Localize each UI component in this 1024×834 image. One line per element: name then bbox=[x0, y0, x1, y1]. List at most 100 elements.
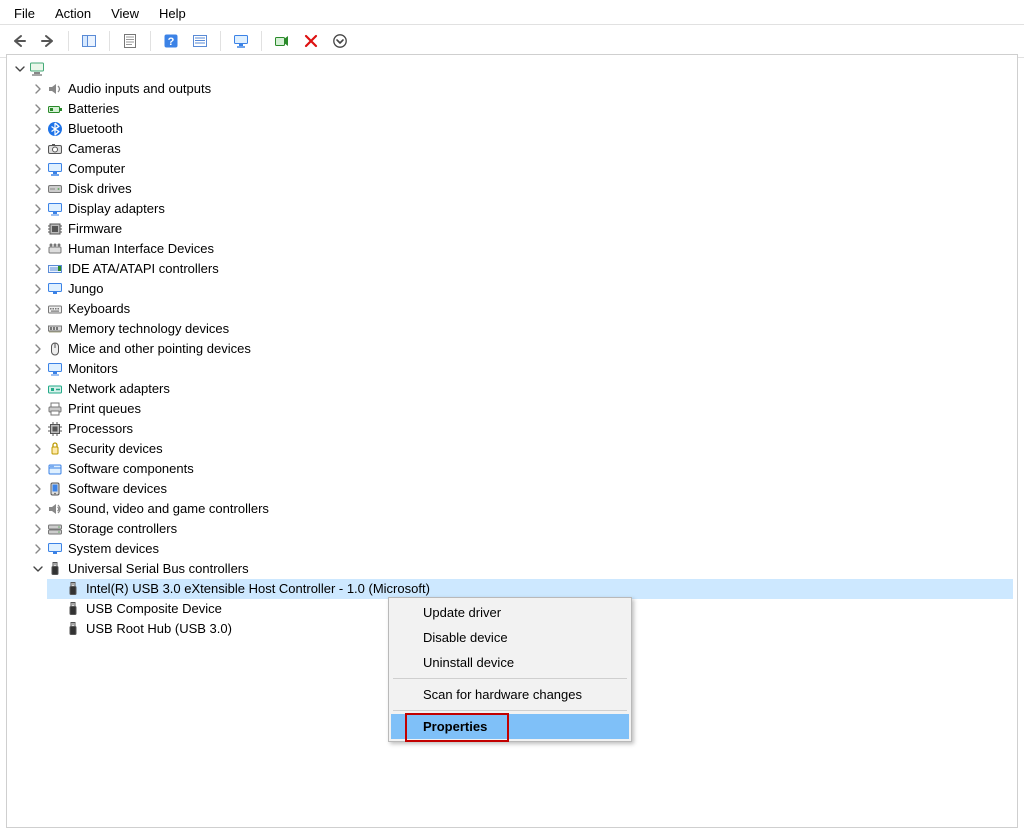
context-properties[interactable]: Properties bbox=[391, 714, 629, 739]
tree-item-label: Human Interface Devices bbox=[65, 239, 217, 259]
context-uninstall-device[interactable]: Uninstall device bbox=[391, 650, 629, 675]
chevron-right-icon[interactable] bbox=[31, 442, 45, 456]
tree-category[interactable]: Audio inputs and outputs bbox=[29, 79, 1013, 99]
usb-device-icon bbox=[65, 601, 81, 617]
chevron-right-icon[interactable] bbox=[31, 482, 45, 496]
audio-icon bbox=[47, 81, 63, 97]
menu-action[interactable]: Action bbox=[45, 4, 101, 23]
tree-category[interactable]: Memory technology devices bbox=[29, 319, 1013, 339]
chevron-right-icon[interactable] bbox=[31, 302, 45, 316]
tree-category[interactable]: Software devices bbox=[29, 479, 1013, 499]
software-dev-icon bbox=[47, 481, 63, 497]
chevron-right-icon[interactable] bbox=[31, 242, 45, 256]
forward-button[interactable] bbox=[35, 28, 61, 54]
tree-category[interactable]: Bluetooth bbox=[29, 119, 1013, 139]
chevron-right-icon[interactable] bbox=[31, 102, 45, 116]
tree-device[interactable]: Intel(R) USB 3.0 eXtensible Host Control… bbox=[47, 579, 1013, 599]
network-icon bbox=[47, 381, 63, 397]
tree-category[interactable]: Universal Serial Bus controllers bbox=[29, 559, 1013, 579]
chevron-right-icon[interactable] bbox=[31, 462, 45, 476]
tree-category[interactable]: Mice and other pointing devices bbox=[29, 339, 1013, 359]
chevron-down-icon[interactable] bbox=[13, 62, 27, 76]
menu-file[interactable]: File bbox=[4, 4, 45, 23]
tree-root-node[interactable] bbox=[11, 59, 1013, 79]
context-disable-device[interactable]: Disable device bbox=[391, 625, 629, 650]
computer-icon bbox=[47, 161, 63, 177]
chevron-right-icon[interactable] bbox=[31, 422, 45, 436]
tree-category[interactable]: Storage controllers bbox=[29, 519, 1013, 539]
usb-icon bbox=[47, 561, 63, 577]
chevron-right-icon[interactable] bbox=[31, 262, 45, 276]
tree-category[interactable]: Network adapters bbox=[29, 379, 1013, 399]
tree-item-label: Cameras bbox=[65, 139, 124, 159]
tree-category[interactable]: Computer bbox=[29, 159, 1013, 179]
tree-category[interactable]: Sound, video and game controllers bbox=[29, 499, 1013, 519]
tree-item-label: Monitors bbox=[65, 359, 121, 379]
tree-category[interactable]: Batteries bbox=[29, 99, 1013, 119]
tree-category[interactable]: IDE ATA/ATAPI controllers bbox=[29, 259, 1013, 279]
chevron-right-icon[interactable] bbox=[31, 162, 45, 176]
scan-hardware-button[interactable] bbox=[269, 28, 295, 54]
tree-category[interactable]: Software components bbox=[29, 459, 1013, 479]
chevron-right-icon[interactable] bbox=[31, 82, 45, 96]
chevron-right-icon[interactable] bbox=[31, 142, 45, 156]
menu-help[interactable]: Help bbox=[149, 4, 196, 23]
circle-chevron-down-icon bbox=[332, 33, 348, 49]
tree-category[interactable]: Security devices bbox=[29, 439, 1013, 459]
chevron-right-icon[interactable] bbox=[31, 122, 45, 136]
chevron-right-icon[interactable] bbox=[31, 342, 45, 356]
tree-category[interactable]: Display adapters bbox=[29, 199, 1013, 219]
tree-category[interactable]: Processors bbox=[29, 419, 1013, 439]
chevron-right-icon[interactable] bbox=[31, 322, 45, 336]
view-mode-button[interactable] bbox=[187, 28, 213, 54]
help-button[interactable]: ? bbox=[158, 28, 184, 54]
context-menu: Update driver Disable device Uninstall d… bbox=[388, 597, 632, 742]
menu-view[interactable]: View bbox=[101, 4, 149, 23]
tree-item-label: System devices bbox=[65, 539, 162, 559]
system-icon bbox=[47, 541, 63, 557]
tree-item-label: Memory technology devices bbox=[65, 319, 232, 339]
chevron-down-icon[interactable] bbox=[31, 562, 45, 576]
more-button[interactable] bbox=[327, 28, 353, 54]
tree-item-label: Jungo bbox=[65, 279, 106, 299]
usb-device-icon bbox=[65, 621, 81, 637]
context-scan[interactable]: Scan for hardware changes bbox=[391, 682, 629, 707]
show-hide-tree-button[interactable] bbox=[76, 28, 102, 54]
chevron-right-icon[interactable] bbox=[31, 382, 45, 396]
toolbar-separator bbox=[150, 31, 151, 51]
display-button[interactable] bbox=[228, 28, 254, 54]
chevron-right-icon[interactable] bbox=[31, 522, 45, 536]
chevron-right-icon[interactable] bbox=[31, 182, 45, 196]
tree-item-label: Print queues bbox=[65, 399, 144, 419]
remove-button[interactable] bbox=[298, 28, 324, 54]
chevron-right-icon[interactable] bbox=[31, 282, 45, 296]
tree-category[interactable]: Monitors bbox=[29, 359, 1013, 379]
tree-category[interactable]: Keyboards bbox=[29, 299, 1013, 319]
tree-item-label: Disk drives bbox=[65, 179, 135, 199]
chevron-right-icon[interactable] bbox=[31, 222, 45, 236]
chevron-right-icon[interactable] bbox=[31, 362, 45, 376]
tree-item-label: IDE ATA/ATAPI controllers bbox=[65, 259, 222, 279]
tree-category[interactable]: Jungo bbox=[29, 279, 1013, 299]
tree-category[interactable]: Cameras bbox=[29, 139, 1013, 159]
back-button[interactable] bbox=[6, 28, 32, 54]
tree-category[interactable]: Human Interface Devices bbox=[29, 239, 1013, 259]
chevron-right-icon[interactable] bbox=[31, 502, 45, 516]
tree-category[interactable]: System devices bbox=[29, 539, 1013, 559]
tree-item-label: Display adapters bbox=[65, 199, 168, 219]
tree-category[interactable]: Disk drives bbox=[29, 179, 1013, 199]
view-list-icon bbox=[192, 33, 208, 49]
properties-button[interactable] bbox=[117, 28, 143, 54]
tree-category[interactable]: Firmware bbox=[29, 219, 1013, 239]
monitor-icon bbox=[233, 33, 249, 49]
jungo-icon bbox=[47, 281, 63, 297]
display-icon bbox=[47, 201, 63, 217]
toolbar-separator bbox=[220, 31, 221, 51]
chevron-right-icon[interactable] bbox=[31, 202, 45, 216]
chevron-right-icon[interactable] bbox=[31, 402, 45, 416]
tree-item-label: Firmware bbox=[65, 219, 125, 239]
context-update-driver[interactable]: Update driver bbox=[391, 600, 629, 625]
tree-category[interactable]: Print queues bbox=[29, 399, 1013, 419]
chevron-right-icon[interactable] bbox=[31, 542, 45, 556]
device-tree[interactable]: Audio inputs and outputsBatteriesBluetoo… bbox=[11, 59, 1013, 639]
